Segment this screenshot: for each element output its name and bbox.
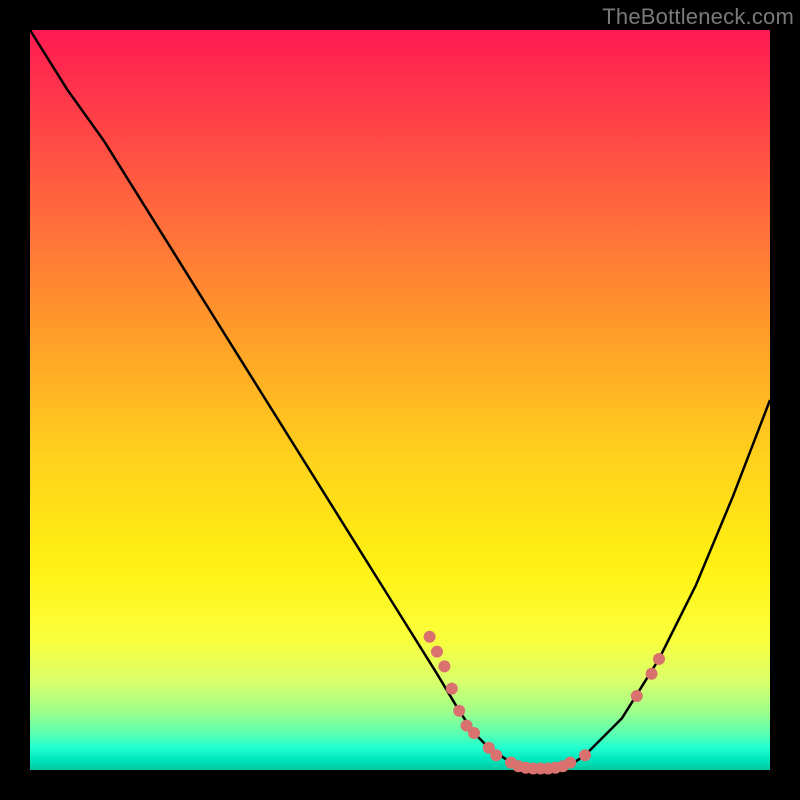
scatter-point: [431, 646, 443, 658]
scatter-point: [653, 653, 665, 665]
scatter-point: [564, 757, 576, 769]
scatter-point: [579, 749, 591, 761]
scatter-point: [424, 631, 436, 643]
scatter-point: [446, 683, 458, 695]
scatter-point: [490, 749, 502, 761]
watermark-text: TheBottleneck.com: [602, 4, 794, 30]
scatter-point: [438, 660, 450, 672]
scatter-point: [646, 668, 658, 680]
scatter-points: [424, 631, 665, 775]
scatter-point: [453, 705, 465, 717]
curve-layer: [30, 30, 770, 770]
chart-container: { "watermark": "TheBottleneck.com", "cha…: [0, 0, 800, 800]
scatter-point: [468, 727, 480, 739]
scatter-point: [631, 690, 643, 702]
